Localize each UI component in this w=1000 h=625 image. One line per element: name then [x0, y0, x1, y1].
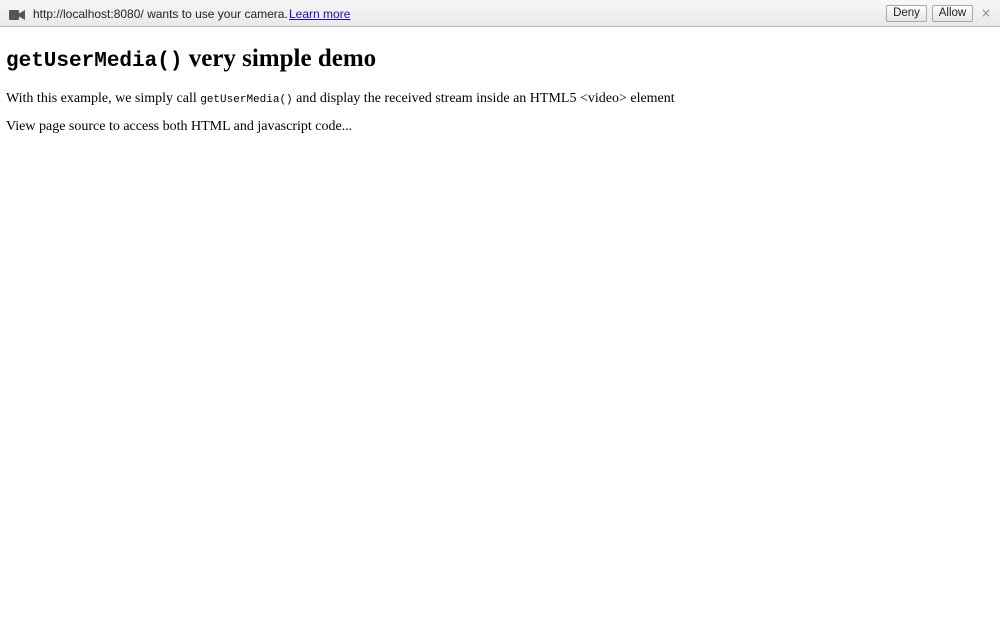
- infobar-message: http://localhost:8080/ wants to use your…: [33, 7, 288, 21]
- page-content: getUserMedia() very simple demo With thi…: [6, 27, 986, 136]
- page-title-text: very simple demo: [182, 45, 377, 72]
- intro-text-after: and display the received stream inside a…: [292, 91, 675, 106]
- page-title-code: getUserMedia(): [6, 50, 183, 73]
- source-hint-paragraph: View page source to access both HTML and…: [6, 119, 353, 134]
- video-camera-icon: [9, 9, 25, 20]
- intro-code: getUserMedia(): [200, 94, 293, 106]
- page-title: getUserMedia() very simple demo: [6, 44, 986, 77]
- camera-permission-infobar: http://localhost:8080/ wants to use your…: [0, 0, 1000, 27]
- intro-paragraph: With this example, we simply call getUse…: [6, 90, 986, 109]
- learn-more-link[interactable]: Learn more: [289, 7, 350, 21]
- deny-button[interactable]: Deny: [886, 5, 927, 22]
- close-icon[interactable]: ×: [980, 6, 992, 20]
- intro-text-before: With this example, we simply call: [6, 91, 201, 106]
- allow-button[interactable]: Allow: [932, 5, 973, 22]
